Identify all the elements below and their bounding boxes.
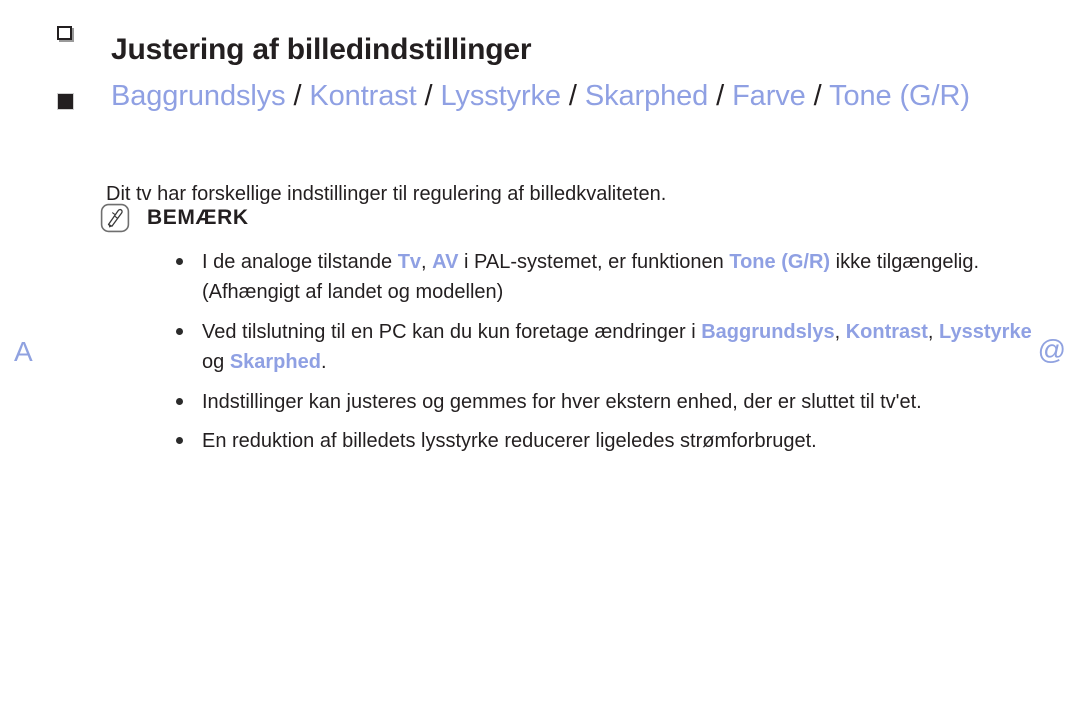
link-kontrast[interactable]: Kontrast <box>309 80 416 112</box>
bullet-dot-icon <box>176 436 183 444</box>
text-fragment: , <box>421 251 433 273</box>
link-baggrundslys[interactable]: Baggrundslys <box>111 80 286 112</box>
link-skarphed-note[interactable]: Skarphed <box>230 351 321 373</box>
outlined-square-icon <box>55 24 75 41</box>
note-list: I de analoge tilstande Tv, AV i PAL-syst… <box>176 247 1032 465</box>
link-lysstyrke[interactable]: Lysstyrke <box>440 80 561 112</box>
manual-page: A @ Justering af billedindstillinger Bag… <box>0 0 1080 705</box>
section-heading-row: Baggrundslys / Kontrast / Lysstyrke / Sk… <box>57 80 1040 114</box>
link-farve[interactable]: Farve <box>732 80 806 112</box>
text-fragment: Ved tilslutning til en PC kan du kun for… <box>202 320 702 343</box>
note-item-2-text: Ved tilslutning til en PC kan du kun for… <box>202 317 1032 378</box>
page-title-row: Justering af billedindstillinger <box>55 12 1040 88</box>
note-item-4-text: En reduktion af billedets lysstyrke redu… <box>202 429 817 452</box>
separator-5: / <box>805 80 830 112</box>
separator-4: / <box>708 80 733 112</box>
separator-1: / <box>285 80 310 112</box>
side-marker-left[interactable]: A <box>14 338 33 366</box>
link-tone-gr-note[interactable]: Tone (G/R) <box>729 251 830 273</box>
filled-square-icon <box>57 93 74 110</box>
note-pen-icon <box>100 203 130 233</box>
text-fragment: , <box>927 320 940 343</box>
list-item: Indstillinger kan justeres og gemmes for… <box>176 387 1032 417</box>
text-fragment: og <box>202 351 230 374</box>
note-header: BEMÆRK <box>100 203 249 233</box>
link-skarphed[interactable]: Skarphed <box>585 80 708 112</box>
list-item: I de analoge tilstande Tv, AV i PAL-syst… <box>176 247 1032 308</box>
list-item: Ved tilslutning til en PC kan du kun for… <box>176 317 1032 378</box>
section-heading[interactable]: Baggrundslys / Kontrast / Lysstyrke / Sk… <box>111 80 970 114</box>
note-label: BEMÆRK <box>147 206 249 229</box>
text-fragment: i PAL-systemet, er funktionen <box>458 251 730 273</box>
link-tv[interactable]: Tv <box>398 251 421 273</box>
link-kontrast-note[interactable]: Kontrast <box>846 321 928 343</box>
bullet-dot-icon <box>176 258 183 265</box>
text-fragment: I de analoge tilstande <box>202 251 398 273</box>
separator-3: / <box>560 80 585 112</box>
list-item: En reduktion af billedets lysstyrke redu… <box>176 426 1032 456</box>
link-tone-gr[interactable]: Tone (G/R) <box>829 80 970 112</box>
link-baggrundslys-note[interactable]: Baggrundslys <box>701 321 834 343</box>
note-item-1-text: I de analoge tilstande Tv, AV i PAL-syst… <box>202 247 1032 308</box>
text-fragment: . <box>320 351 327 374</box>
link-lysstyrke-note[interactable]: Lysstyrke <box>939 321 1032 343</box>
side-marker-right[interactable]: @ <box>1038 336 1066 364</box>
bullet-dot-icon <box>176 397 183 405</box>
separator-2: / <box>416 80 441 112</box>
page-title: Justering af billedindstillinger <box>111 33 532 67</box>
link-av[interactable]: AV <box>432 251 458 273</box>
bullet-dot-icon <box>176 327 183 335</box>
note-item-3-text: Indstillinger kan justeres og gemmes for… <box>202 390 922 413</box>
text-fragment: , <box>834 320 846 343</box>
